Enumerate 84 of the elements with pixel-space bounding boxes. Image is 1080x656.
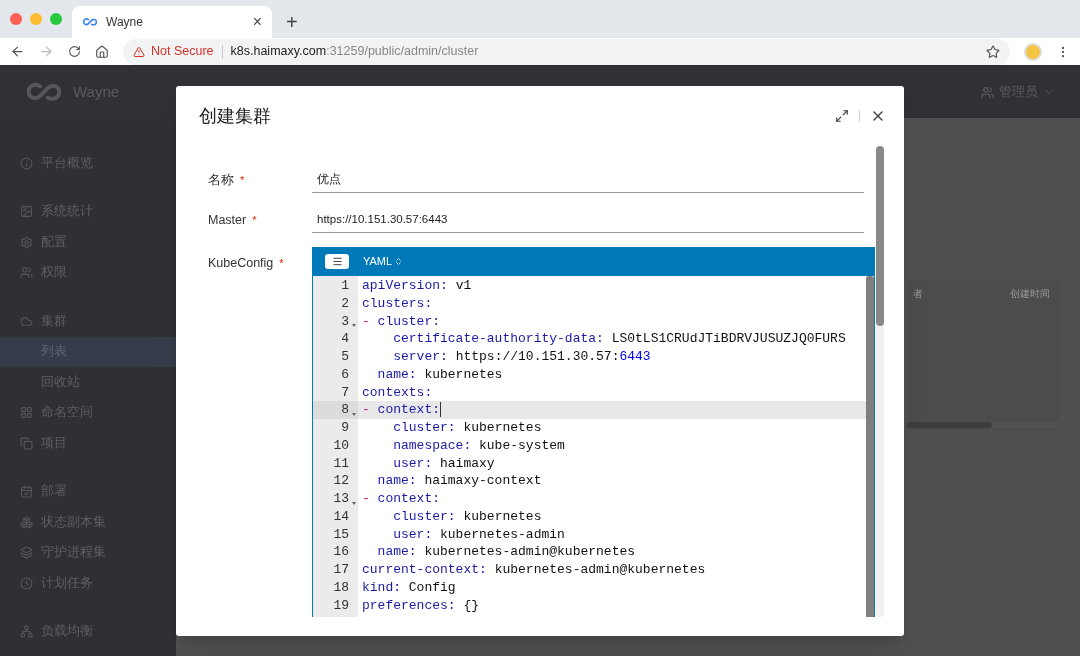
line-number: 18 — [332, 578, 350, 597]
line-number: 14 — [332, 507, 350, 526]
calendar-icon — [20, 485, 33, 499]
fold-icon[interactable] — [352, 413, 356, 416]
code-line: namespace: kube-system — [392, 436, 565, 455]
line-number: 5 — [340, 348, 350, 366]
line-number: 9 — [340, 419, 350, 437]
text-field[interactable]: https://10.151.30.57:6443 — [312, 207, 864, 233]
tab-logo-icon — [82, 16, 98, 28]
code-line: certificate-authority-data: LS0tLS1CRUdJTiBDRVJUSUZJQ0FURS — [392, 330, 846, 348]
line-number: 13 — [313, 490, 358, 508]
layers-icon — [20, 546, 33, 560]
warning-icon — [133, 45, 145, 58]
line-number: 11 — [332, 454, 350, 473]
field-label: 名称 — [208, 171, 234, 189]
required-mark: * — [252, 212, 257, 228]
required-mark: * — [240, 172, 245, 188]
menu-icon — [331, 256, 343, 267]
field-label: Master — [208, 211, 247, 229]
code-line: apiVersion: v1 — [361, 277, 472, 295]
menu-button[interactable] — [325, 254, 349, 269]
code-line: - context: — [361, 401, 442, 419]
line-number: 2 — [340, 294, 350, 313]
code-line: cluster: kubernetes — [392, 419, 542, 437]
code-line: user: kubernetes-admin — [392, 525, 565, 544]
code-line: name: kubernetes — [376, 365, 503, 384]
line-number: 6 — [340, 365, 350, 384]
browser-tab[interactable]: Wayne × — [72, 6, 272, 38]
dialog-title: 创建集群 — [199, 104, 271, 128]
line-number: 16 — [332, 543, 350, 561]
code-line: kind: Config — [361, 578, 456, 597]
users-icon — [20, 266, 33, 280]
sort-icon — [394, 257, 404, 266]
code-line: contexts: — [361, 383, 433, 402]
code-line: name: kubernetes-admin@kubernetes — [376, 543, 636, 561]
line-number: 10 — [332, 436, 350, 455]
line-number: 19 — [332, 596, 350, 615]
code-line: name: haimaxy-context — [376, 472, 542, 490]
grid-icon — [20, 406, 33, 420]
boxes-icon — [20, 515, 33, 529]
cloud-icon — [20, 314, 33, 328]
code-line: - context: — [361, 490, 441, 508]
line-number: 8 — [313, 401, 358, 419]
home-icon[interactable] — [95, 44, 109, 59]
code-line: user: haimaxy — [392, 454, 495, 473]
tab-close-button[interactable]: × — [252, 14, 262, 30]
code-line: - cluster: — [361, 312, 441, 331]
line-number: 12 — [332, 472, 350, 490]
url-text: k8s.haimaxy.com:31259/public/admin/cluster — [230, 43, 479, 61]
text-field[interactable]: 优点 — [312, 167, 864, 193]
code-line: server: https://10.151.30.57:6443 — [392, 348, 651, 366]
network-icon — [20, 625, 33, 639]
code-line: current-context: kubernetes-admin@kubernetes — [361, 561, 706, 579]
reload-icon[interactable] — [68, 45, 81, 58]
copy-icon — [20, 436, 33, 450]
expand-icon[interactable] — [835, 109, 849, 123]
fold-icon[interactable] — [352, 501, 356, 505]
line-number: 15 — [332, 525, 350, 544]
back-icon[interactable] — [10, 44, 25, 59]
address-field[interactable]: Not Secure k8s.haimaxy.com:31259/public/admin/cluster — [123, 38, 1010, 65]
code-editor[interactable] — [312, 247, 875, 617]
info-icon — [20, 156, 33, 170]
line-number: 1 — [340, 277, 350, 295]
security-warning: Not Secure — [151, 43, 214, 61]
line-number: 17 — [332, 561, 350, 579]
field-label: KubeConfig — [208, 255, 274, 272]
logo-icon — [25, 80, 63, 104]
code-line: cluster: kubernetes — [392, 507, 542, 526]
line-number: 4 — [340, 330, 350, 348]
image-icon — [20, 205, 33, 219]
code-line: preferences: {} — [361, 596, 480, 615]
settings-icon — [20, 235, 33, 249]
bookmark-icon[interactable] — [986, 44, 1000, 59]
clock-icon — [20, 576, 33, 590]
required-mark: * — [279, 256, 284, 272]
mode-select[interactable]: YAML — [363, 253, 404, 270]
line-number: 3 — [313, 312, 358, 331]
user-icon — [981, 85, 994, 99]
code-line: clusters: — [361, 294, 433, 313]
column-header: 者 — [913, 286, 923, 301]
column-header: 创建时间 — [1010, 286, 1050, 301]
line-number: 7 — [340, 383, 350, 402]
new-tab-button[interactable]: + — [286, 12, 298, 32]
fold-icon[interactable] — [352, 324, 356, 328]
